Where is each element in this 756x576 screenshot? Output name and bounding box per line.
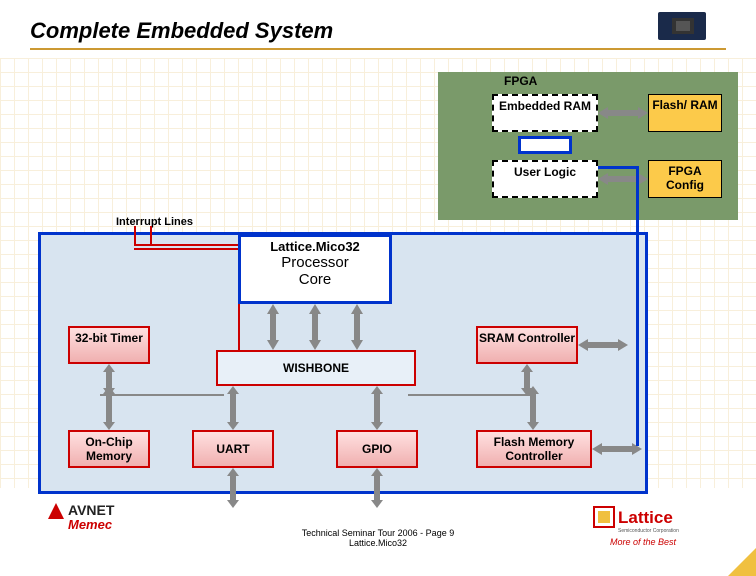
- flash-ram-block: Flash/ RAM: [648, 94, 722, 132]
- svg-text:Lattice: Lattice: [618, 508, 673, 527]
- processor-sub1: Processor: [241, 254, 389, 271]
- sram-controller-block: SRAM Controller: [476, 326, 578, 364]
- arrow-gpio-out: [368, 468, 386, 508]
- embedded-ram-block: Embedded RAM: [492, 94, 598, 132]
- flash-memory-controller-block: Flash Memory Controller: [476, 430, 592, 468]
- arrow-conn: [224, 386, 242, 430]
- lattice-logo: Lattice Semiconductor Corporation More o…: [592, 505, 722, 554]
- timer-block: 32-bit Timer: [68, 326, 150, 364]
- connector-line: [408, 394, 536, 396]
- interrupt-line: [134, 226, 136, 246]
- title-bar: Complete Embedded System: [30, 18, 726, 50]
- fpga-label: FPGA: [504, 74, 537, 88]
- processor-sub2: Core: [241, 271, 389, 288]
- svg-text:More of the Best: More of the Best: [610, 537, 677, 547]
- connector-line: [598, 166, 638, 169]
- svg-text:Memec: Memec: [68, 517, 113, 532]
- small-blue-connector: [518, 136, 572, 154]
- processor-core-block: Lattice.Mico32 Processor Core: [238, 234, 392, 304]
- page-title: Complete Embedded System: [30, 18, 726, 44]
- arrow-embedded-flash: [598, 104, 648, 122]
- arrow-uart-out: [224, 468, 242, 508]
- arrow-flash-out: [592, 440, 642, 458]
- connector-line: [100, 394, 224, 396]
- svg-text:Semiconductor Corporation: Semiconductor Corporation: [618, 528, 679, 534]
- gpio-block: GPIO: [336, 430, 418, 468]
- fpga-config-block: FPGA Config: [648, 160, 722, 198]
- user-logic-block: User Logic: [492, 160, 598, 198]
- arrow-sram-out: [578, 336, 628, 354]
- onchip-memory-block: On-Chip Memory: [68, 430, 150, 468]
- arrow-proc-wb: [264, 304, 282, 350]
- wishbone-bus: WISHBONE: [216, 350, 416, 386]
- arrow-proc-wb: [348, 304, 366, 350]
- corner-triangle-icon: [728, 548, 756, 576]
- arrow-proc-wb: [306, 304, 324, 350]
- interrupt-line: [134, 244, 240, 250]
- connector-line: [636, 166, 639, 446]
- svg-text:AVNET: AVNET: [68, 502, 115, 518]
- interrupt-line: [150, 226, 152, 246]
- uart-block: UART: [192, 430, 274, 468]
- arrow-userlogic-config: [598, 170, 648, 188]
- processor-name: Lattice.Mico32: [241, 239, 389, 254]
- avnet-logo: AVNET Memec: [44, 499, 154, 538]
- arrow-conn: [524, 386, 542, 430]
- chip-icon: [652, 8, 712, 44]
- arrow-conn: [100, 386, 118, 430]
- interrupt-lines-label: Interrupt Lines: [116, 216, 193, 228]
- arrow-conn: [368, 386, 386, 430]
